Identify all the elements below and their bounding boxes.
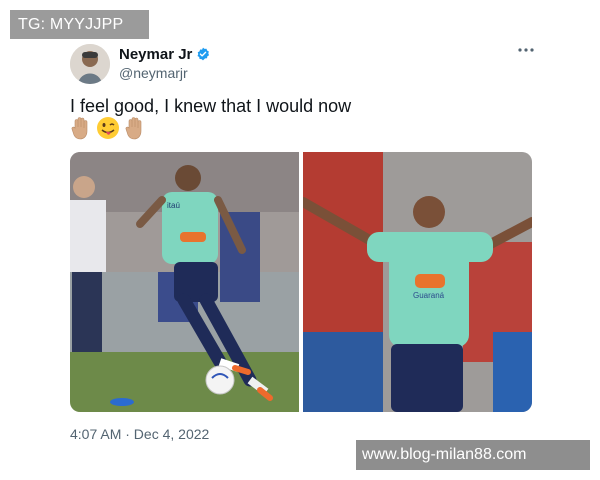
more-icon[interactable] bbox=[516, 44, 536, 60]
winking-tongue-face-icon bbox=[96, 116, 120, 145]
verified-badge-icon bbox=[196, 47, 210, 61]
author-block[interactable]: Neymar Jr @neymarjr bbox=[119, 45, 210, 81]
avatar-image bbox=[70, 44, 110, 84]
watermark-top: TG: MYYJJPP bbox=[10, 10, 149, 39]
photo-right[interactable]: Guaraná bbox=[298, 152, 532, 412]
handle[interactable]: @neymarjr bbox=[119, 65, 210, 81]
tweet-media[interactable]: itaú Guaraná bbox=[70, 152, 532, 412]
timestamp[interactable]: 4:07 AM · Dec 4, 2022 bbox=[70, 426, 209, 442]
avatar[interactable] bbox=[70, 44, 110, 84]
raised-hand-icon bbox=[70, 116, 92, 145]
raised-hand-icon bbox=[124, 116, 146, 145]
photo-left[interactable]: itaú bbox=[70, 152, 299, 412]
svg-text:itaú: itaú bbox=[167, 201, 180, 210]
watermark-bottom: www.blog-milan88.com bbox=[356, 440, 590, 470]
emoji-row bbox=[70, 116, 146, 145]
tweet-text: I feel good, I knew that I would now bbox=[70, 96, 352, 116]
display-name[interactable]: Neymar Jr bbox=[119, 46, 192, 63]
svg-text:Guaraná: Guaraná bbox=[413, 291, 445, 300]
